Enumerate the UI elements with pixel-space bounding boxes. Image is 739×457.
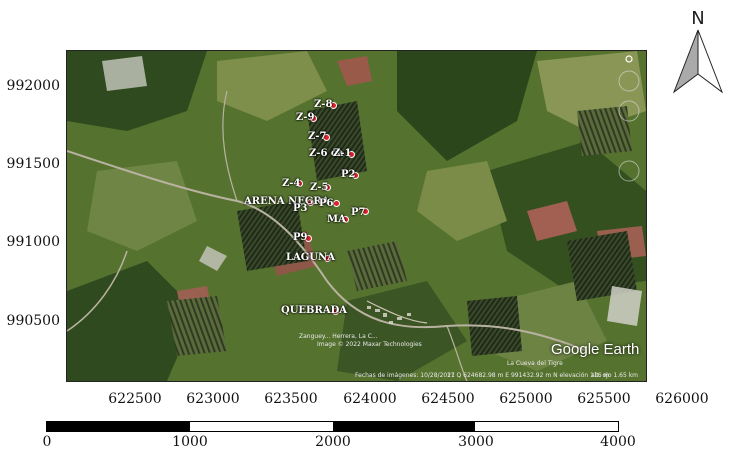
map-point-label: ARENA NEGRA xyxy=(244,196,330,207)
scale-label: 1000 xyxy=(172,434,208,450)
imagery-date: Fechas de imágenes: 10/28/2021 xyxy=(355,372,455,379)
y-tick-label: 992000 xyxy=(6,78,60,94)
x-tick-label: 623000 xyxy=(186,391,240,407)
x-tick-label: 624500 xyxy=(421,391,475,407)
scale-label: 0 xyxy=(42,434,52,450)
y-tick-label: 990500 xyxy=(6,313,60,329)
map-point-label: LAGUNA xyxy=(286,252,335,263)
scale-label: 4000 xyxy=(600,434,636,450)
map-point-label: P6 xyxy=(319,198,334,209)
map-point-label: MA xyxy=(327,214,346,225)
google-earth-logo: Google Earth xyxy=(551,341,640,358)
map-point-label: Z-8 xyxy=(314,99,333,110)
north-letter: N xyxy=(691,8,704,29)
x-tick-label: 625000 xyxy=(499,391,553,407)
scale-segment xyxy=(332,422,476,431)
map-point-label: Z-5 xyxy=(310,182,329,193)
map-point-label: Z-4 xyxy=(282,178,301,189)
x-tick-label: 624000 xyxy=(343,391,397,407)
map-point-label: Z-1 xyxy=(333,148,352,159)
eye-altitude: alt. ojo 1.65 km xyxy=(591,372,639,379)
north-arrow-icon: N xyxy=(672,8,724,94)
y-tick-label: 991500 xyxy=(6,156,60,172)
map-point-label: QUEBRADA xyxy=(281,305,348,316)
scale-label: 3000 xyxy=(458,434,494,450)
map-point-label: Z-9 xyxy=(296,112,315,123)
y-tick-label: 991000 xyxy=(6,234,60,250)
imagery-copyright: Image © 2022 Maxar Technologies xyxy=(317,341,422,348)
scale-segment xyxy=(189,422,333,431)
map-point-label: P9 xyxy=(293,232,308,243)
x-tick-label: 623500 xyxy=(264,391,318,407)
scale-label: 2000 xyxy=(315,434,351,450)
satellite-map[interactable]: Z-8 Z-9 Z-7 Z-6 ca Z-1 P2 Z-4 Z-5 ARENA … xyxy=(66,50,647,382)
x-tick-label: 625500 xyxy=(577,391,631,407)
map-point-label: P3 xyxy=(293,203,308,214)
x-tick-label: 622500 xyxy=(108,391,162,407)
imagery-attribution: Zanguey... Herrera, La C... xyxy=(299,333,378,340)
map-point-label: P2 xyxy=(341,169,356,180)
x-tick-label: 626000 xyxy=(655,391,709,407)
cursor-coordinates: 17 Q 624682.98 m E 991432.92 m N elevaci… xyxy=(447,372,610,379)
map-point-label: P7 xyxy=(351,207,366,218)
map-point-label: Z-7 xyxy=(308,131,327,142)
scale-bar xyxy=(46,421,619,432)
north-arrow: N xyxy=(664,4,732,96)
place-label: La Cueva del Tigre xyxy=(507,360,563,367)
scale-segment xyxy=(475,422,618,431)
map-point-marker[interactable] xyxy=(332,199,340,207)
